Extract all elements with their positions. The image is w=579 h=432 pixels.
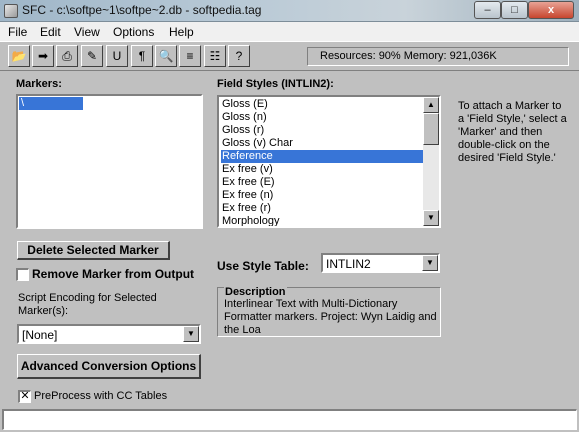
scroll-thumb[interactable] — [423, 113, 439, 145]
help-icon[interactable]: ? — [228, 45, 250, 67]
markers-list[interactable]: \ — [16, 94, 203, 229]
list-item[interactable]: Gloss (E) — [221, 98, 423, 111]
preprocess-label[interactable]: PreProcess with CC Tables — [34, 390, 167, 402]
preprocess-checkbox[interactable]: ✕ — [18, 390, 31, 403]
arrow-right-icon[interactable]: ➡ — [32, 45, 54, 67]
close-button[interactable]: x — [528, 1, 574, 19]
script-icon[interactable]: ¶ — [131, 45, 153, 67]
advanced-conversion-button[interactable]: Advanced Conversion Options — [17, 354, 201, 379]
list-item[interactable]: Gloss (v) Char — [221, 137, 423, 150]
find-icon[interactable]: 🔍 — [155, 45, 177, 67]
script-encoding-value: [None] — [22, 328, 58, 342]
toolbar: 📂 ➡ ⎙ ✎ U ¶ 🔍 ≡ ☷ ? Resources: 90% Memor… — [0, 41, 579, 71]
menu-help[interactable]: Help — [169, 25, 194, 39]
list-item[interactable]: Ex free (v) — [221, 163, 423, 176]
remove-marker-checkbox[interactable] — [16, 268, 29, 281]
description-group: Description Interlinear Text with Multi-… — [217, 286, 441, 337]
title-bar[interactable]: SFC - c:\softpe~1\softpe~2.db - softpedi… — [0, 0, 579, 22]
list-item-selected[interactable]: Reference — [221, 150, 423, 163]
field-styles-list[interactable]: Gloss (E) Gloss (n) Gloss (r) Gloss (v) … — [217, 95, 441, 228]
menu-view[interactable]: View — [74, 25, 100, 39]
list-item[interactable]: Morphology — [221, 215, 423, 226]
markers-label: Markers: — [16, 78, 62, 90]
menu-edit[interactable]: Edit — [40, 25, 61, 39]
field-styles-scrollbar[interactable]: ▲ ▼ — [423, 97, 439, 226]
resources-status: Resources: 90% Memory: 921,036K — [307, 47, 569, 66]
scroll-down-icon[interactable]: ▼ — [423, 210, 439, 226]
style-grid-icon[interactable]: ☷ — [204, 45, 226, 67]
style-table-select[interactable]: INTLIN2 ▼ — [321, 253, 440, 273]
list-item[interactable]: Gloss (n) — [221, 111, 423, 124]
compare-icon[interactable]: ≡ — [179, 45, 201, 67]
attach-marker-hint: To attach a Marker to a 'Field Style,' s… — [458, 100, 567, 164]
field-styles-label: Field Styles (INTLIN2): — [217, 78, 334, 90]
chevron-down-icon[interactable]: ▼ — [183, 326, 199, 342]
description-label: Description — [224, 286, 287, 298]
open-folder-icon[interactable]: 📂 — [8, 45, 30, 67]
status-bar — [2, 409, 577, 430]
description-text: Interlinear Text with Multi-Dictionary F… — [224, 298, 437, 336]
menu-bar: File Edit View Options Help — [0, 22, 579, 41]
list-item[interactable]: Gloss (r) — [221, 124, 423, 137]
app-icon[interactable] — [4, 4, 18, 18]
remove-marker-label[interactable]: Remove Marker from Output — [32, 267, 194, 281]
minimize-button[interactable]: – — [474, 1, 501, 19]
list-item[interactable]: Ex free (r) — [221, 202, 423, 215]
window-title: SFC - c:\softpe~1\softpe~2.db - softpedi… — [22, 3, 262, 17]
list-item[interactable]: \ — [19, 97, 83, 110]
edit-table-icon[interactable]: ✎ — [81, 45, 103, 67]
scroll-up-icon[interactable]: ▲ — [423, 97, 439, 113]
list-item[interactable]: Ex free (n) — [221, 189, 423, 202]
menu-options[interactable]: Options — [113, 25, 154, 39]
script-encoding-select[interactable]: [None] ▼ — [17, 324, 201, 344]
export-icon[interactable]: ⎙ — [56, 45, 78, 67]
delete-marker-button[interactable]: Delete Selected Marker — [17, 241, 170, 260]
style-table-value: INTLIN2 — [326, 257, 371, 271]
unicode-icon[interactable]: U — [106, 45, 128, 67]
list-item[interactable]: Ex free (E) — [221, 176, 423, 189]
use-style-table-label: Use Style Table: — [217, 259, 309, 273]
menu-file[interactable]: File — [8, 25, 27, 39]
script-encoding-label: Script Encoding for Selected Marker(s): — [18, 292, 157, 317]
maximize-button[interactable]: □ — [501, 1, 528, 19]
chevron-down-icon[interactable]: ▼ — [422, 255, 438, 271]
